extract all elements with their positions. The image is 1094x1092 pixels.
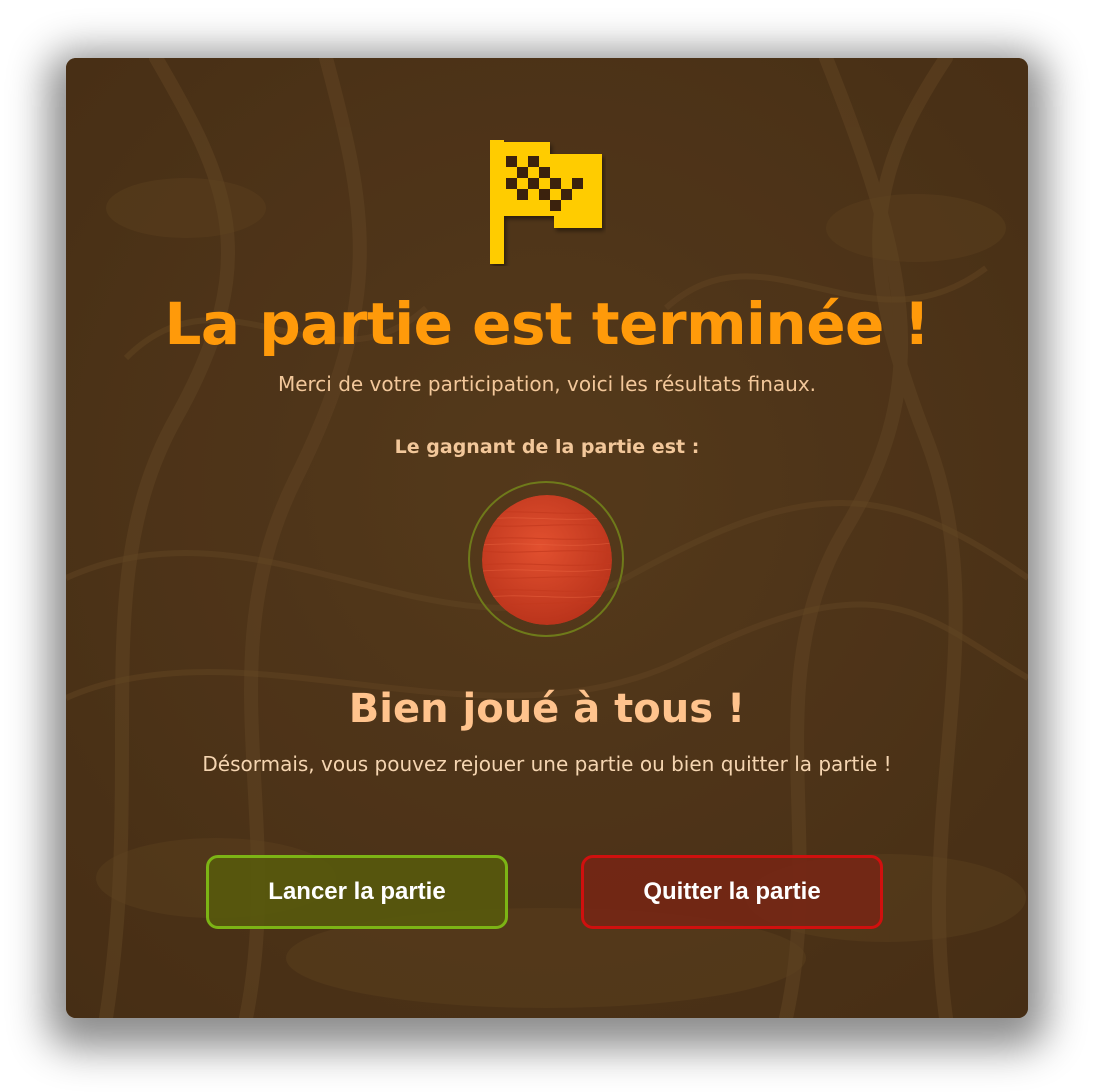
subtitle: Merci de votre participation, voici les … [277, 372, 817, 396]
game-over-modal: La partie est terminée ! Merci de votre … [66, 58, 1028, 1018]
winner-label: Le gagnant de la partie est : [394, 436, 700, 458]
checkered-flag-icon [490, 140, 602, 264]
start-game-button[interactable]: Lancer la partie [206, 855, 508, 929]
page: La partie est terminée ! Merci de votre … [0, 0, 1094, 1092]
quit-game-button[interactable]: Quitter la partie [581, 855, 883, 929]
info-text: Désormais, vous pouvez rejouer une parti… [202, 752, 892, 776]
page-title: La partie est terminée ! [164, 290, 930, 358]
modal-content: La partie est terminée ! Merci de votre … [66, 58, 1028, 1018]
congrats-heading: Bien joué à tous ! [348, 686, 746, 732]
winner-token [482, 495, 612, 625]
